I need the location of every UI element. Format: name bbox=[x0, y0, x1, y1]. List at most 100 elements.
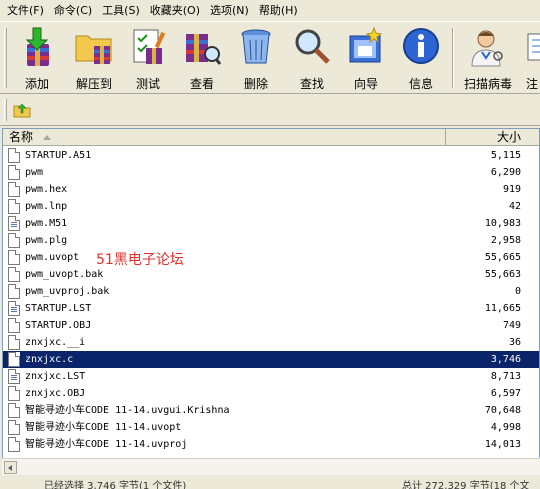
file-name: pwm_uvproj.bak bbox=[25, 286, 110, 297]
list-header: 名称 大小 bbox=[3, 129, 539, 146]
file-name: STARTUP.A51 bbox=[25, 150, 92, 161]
size-column-header[interactable]: 大小 bbox=[447, 129, 539, 146]
file-icon bbox=[8, 182, 20, 197]
file-icon bbox=[8, 267, 20, 282]
wizard-button-label: 向导 bbox=[353, 77, 378, 91]
file-icon bbox=[8, 233, 20, 248]
file-row[interactable]: pwm.plg 2,958 bbox=[3, 232, 539, 249]
menu-favorites[interactable]: 收藏夹(O) bbox=[145, 0, 205, 21]
address-bar-grip[interactable] bbox=[4, 99, 7, 121]
file-size: 55,665 bbox=[484, 252, 521, 263]
wizard-icon bbox=[346, 26, 386, 68]
file-row[interactable]: pwm.hex 919 bbox=[3, 181, 539, 198]
file-icon bbox=[8, 420, 20, 435]
horizontal-scrollbar[interactable] bbox=[2, 458, 540, 475]
file-size: 10,983 bbox=[484, 218, 521, 229]
extract-to-button[interactable]: 解压到 bbox=[66, 24, 122, 92]
menu-bar: 文件(F) 命令(C) 工具(S) 收藏夹(O) 选项(N) 帮助(H) bbox=[0, 0, 540, 21]
file-row[interactable]: 智能寻迹小车CODE 11-14.uvproj 14,013 bbox=[3, 436, 539, 453]
name-column-header[interactable]: 名称 bbox=[3, 129, 446, 146]
file-name: 智能寻迹小车CODE 11-14.uvgui.Krishna bbox=[25, 405, 230, 416]
file-row[interactable]: pwm_uvopt.bak 55,663 bbox=[3, 266, 539, 283]
file-row[interactable]: 智能寻迹小车CODE 11-14.uvgui.Krishna 70,648 bbox=[3, 402, 539, 419]
file-row[interactable]: pwm 6,290 bbox=[3, 164, 539, 181]
file-name: 智能寻迹小车CODE 11-14.uvopt bbox=[25, 422, 182, 433]
test-button[interactable]: 测试 bbox=[124, 24, 172, 92]
watermark-text: 51黑电子论坛 bbox=[96, 252, 184, 268]
text-document-icon bbox=[8, 369, 20, 384]
find-button[interactable]: 查找 bbox=[288, 24, 336, 92]
status-total: 总计 272,329 字节(18 个文 bbox=[402, 481, 530, 489]
file-list: 名称 大小 STARTUP.A51 5,115 pwm 6,290 pwm.hex 919… bbox=[2, 128, 540, 473]
file-size: 70,648 bbox=[484, 405, 521, 416]
file-size: 8,713 bbox=[490, 371, 521, 382]
file-row[interactable]: znxjxc.c 3,746 bbox=[3, 351, 539, 368]
up-folder-button[interactable] bbox=[12, 100, 32, 120]
file-size: 42 bbox=[508, 201, 521, 212]
file-row[interactable]: pwm_uvproj.bak 0 bbox=[3, 283, 539, 300]
file-size: 14,013 bbox=[484, 439, 521, 450]
file-name: 智能寻迹小车CODE 11-14.uvproj bbox=[25, 439, 188, 450]
toolbar: 添加 解压到 测试 查看 删除 查找 向导 信息 扫描病毒 注 bbox=[0, 21, 540, 94]
file-size: 55,663 bbox=[484, 269, 521, 280]
comment-button[interactable]: 注 bbox=[522, 24, 540, 92]
menu-options[interactable]: 选项(N) bbox=[205, 0, 254, 21]
size-column-label: 大小 bbox=[496, 130, 521, 144]
magnifier-icon bbox=[292, 26, 332, 68]
file-size: 5,115 bbox=[490, 150, 521, 161]
file-size: 36 bbox=[508, 337, 521, 348]
file-icon bbox=[8, 335, 20, 350]
file-rows: STARTUP.A51 5,115 pwm 6,290 pwm.hex 919 pwm.ln… bbox=[3, 147, 539, 453]
file-row[interactable]: pwm.uvopt 55,665 bbox=[3, 249, 539, 266]
menu-tools[interactable]: 工具(S) bbox=[97, 0, 145, 21]
scan-virus-button[interactable]: 扫描病毒 bbox=[458, 24, 518, 92]
virus-scan-doctor-icon bbox=[468, 26, 508, 68]
file-size: 4,998 bbox=[490, 422, 521, 433]
sort-ascending-icon bbox=[43, 135, 51, 140]
file-name: pwm bbox=[25, 167, 44, 178]
menu-file[interactable]: 文件(F) bbox=[2, 0, 49, 21]
up-folder-icon bbox=[13, 103, 31, 118]
file-row[interactable]: pwm.lnp 42 bbox=[3, 198, 539, 215]
menu-help[interactable]: 帮助(H) bbox=[254, 0, 303, 21]
file-row[interactable]: znxjxc.__i 36 bbox=[3, 334, 539, 351]
add-button[interactable]: 添加 bbox=[12, 24, 62, 92]
trash-can-icon bbox=[236, 26, 276, 68]
file-icon bbox=[8, 318, 20, 333]
view-button[interactable]: 查看 bbox=[178, 24, 226, 92]
file-row[interactable]: STARTUP.LST 11,665 bbox=[3, 300, 539, 317]
file-name: pwm.M51 bbox=[25, 218, 68, 229]
scroll-left-arrow-icon[interactable] bbox=[4, 461, 17, 474]
file-name: znxjxc.__i bbox=[25, 337, 86, 348]
find-button-label: 查找 bbox=[299, 77, 324, 91]
comment-icon bbox=[526, 26, 540, 68]
file-name: STARTUP.OBJ bbox=[25, 320, 92, 331]
toolbar-grip[interactable] bbox=[4, 28, 7, 88]
file-row[interactable]: pwm.M51 10,983 bbox=[3, 215, 539, 232]
file-size: 6,290 bbox=[490, 167, 521, 178]
view-button-label: 查看 bbox=[189, 77, 214, 91]
file-name: znxjxc.OBJ bbox=[25, 388, 86, 399]
file-size: 2,958 bbox=[490, 235, 521, 246]
test-checklist-icon bbox=[128, 26, 168, 68]
file-icon bbox=[8, 437, 20, 452]
file-row[interactable]: znxjxc.LST 8,713 bbox=[3, 368, 539, 385]
delete-button[interactable]: 删除 bbox=[232, 24, 280, 92]
menu-command[interactable]: 命令(C) bbox=[49, 0, 97, 21]
file-name: pwm.lnp bbox=[25, 201, 68, 212]
file-row[interactable]: 智能寻迹小车CODE 11-14.uvopt 4,998 bbox=[3, 419, 539, 436]
file-name: pwm_uvopt.bak bbox=[25, 269, 104, 280]
comment-button-label: 注 bbox=[526, 77, 539, 91]
file-size: 0 bbox=[514, 286, 521, 297]
name-column-label: 名称 bbox=[9, 130, 34, 144]
file-row[interactable]: STARTUP.A51 5,115 bbox=[3, 147, 539, 164]
add-button-label: 添加 bbox=[24, 77, 49, 91]
add-archive-icon bbox=[17, 26, 57, 68]
extract-to-button-label: 解压到 bbox=[75, 77, 112, 91]
file-row[interactable]: STARTUP.OBJ 749 bbox=[3, 317, 539, 334]
wizard-button[interactable]: 向导 bbox=[342, 24, 390, 92]
file-row[interactable]: znxjxc.OBJ 6,597 bbox=[3, 385, 539, 402]
info-button[interactable]: 信息 bbox=[396, 24, 446, 92]
file-icon bbox=[8, 386, 20, 401]
scan-virus-button-label: 扫描病毒 bbox=[463, 77, 512, 91]
